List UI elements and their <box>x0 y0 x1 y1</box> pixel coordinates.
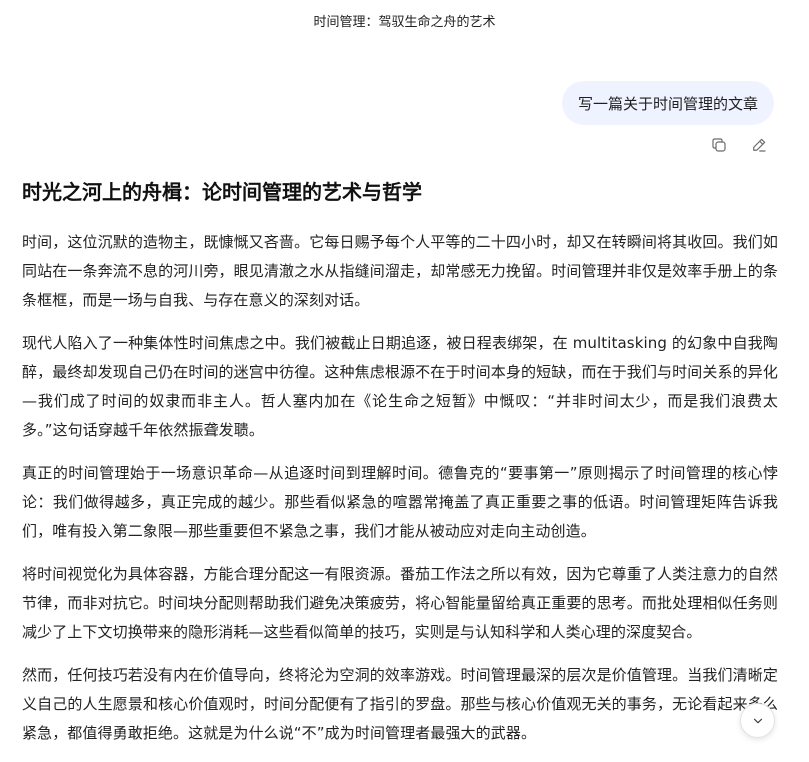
edit-icon[interactable] <box>749 135 769 155</box>
conversation-title: 时间管理：驾驭生命之舟的艺术 <box>313 14 496 30</box>
conversation-header: 时间管理：驾驭生命之舟的艺术 <box>0 0 809 40</box>
article-paragraph: 将时间视觉化为具体容器，方能合理分配这一有限资源。番茄工作法之所以有效，因为它尊… <box>22 565 778 641</box>
assistant-response: 时光之河上的舟楫：论时间管理的艺术与哲学 时间，这位沉默的造物主，既慷慨又吝啬。… <box>22 176 778 762</box>
user-message-text: 写一篇关于时间管理的文章 <box>577 94 758 113</box>
article-paragraph: 时间，这位沉默的造物主，既慷慨又吝啬。它每日赐予每个人平等的二十四小时，却又在转… <box>22 233 778 309</box>
user-message-bubble: 写一篇关于时间管理的文章 <box>561 81 774 125</box>
edit-icon-glyph <box>753 138 766 152</box>
copy-icon[interactable] <box>709 135 729 155</box>
article-paragraph: 真正的时间管理始于一场意识革命—从追逐时间到理解时间。德鲁克的“要事第一”原则揭… <box>22 464 778 540</box>
copy-icon-glyph <box>712 138 726 152</box>
scroll-to-bottom-button[interactable] <box>740 703 775 738</box>
article-title: 时光之河上的舟楫：论时间管理的艺术与哲学 <box>22 180 422 204</box>
chevron-down-icon <box>753 718 762 723</box>
article-paragraph: 然而，任何技巧若没有内在价值导向，终将沦为空洞的效率游戏。时间管理最深的层次是价… <box>22 666 778 742</box>
article-paragraph: 现代人陷入了一种集体性时间焦虑之中。我们被截止日期追逐，被日程表绑架，在 mul… <box>22 334 778 439</box>
user-message-actions <box>709 135 769 155</box>
